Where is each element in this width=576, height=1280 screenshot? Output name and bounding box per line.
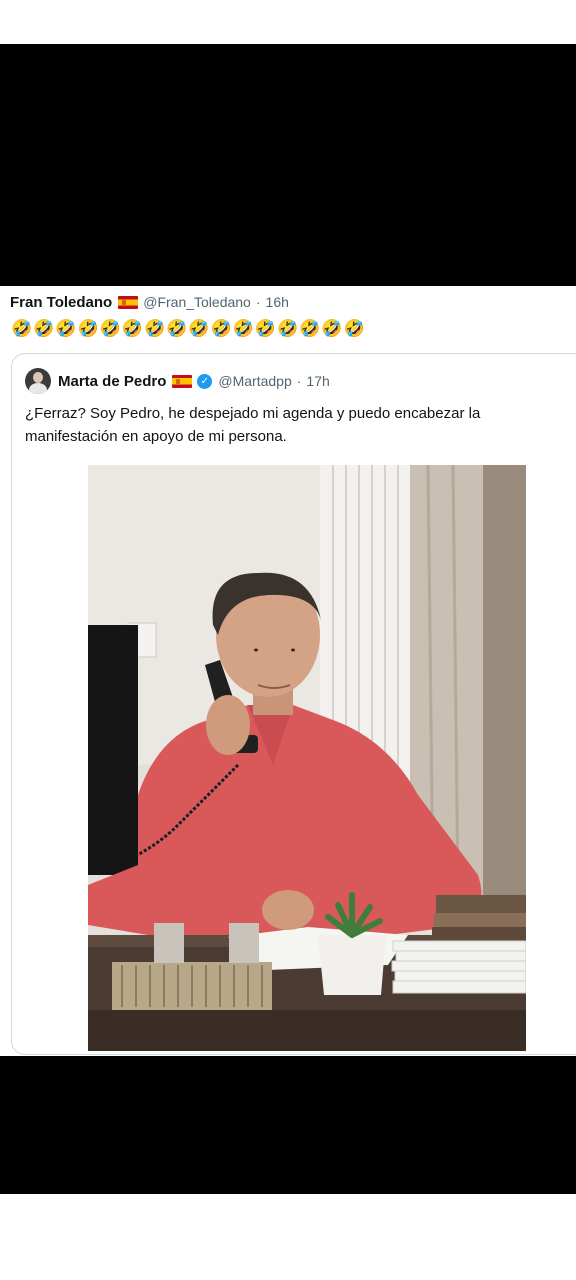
spain-flag-icon bbox=[118, 295, 139, 309]
separator-dot: · bbox=[296, 373, 302, 389]
tweet-header: Fran Toledano @Fran_Toledano · 16h bbox=[10, 292, 289, 312]
screen: Fran Toledano @Fran_Toledano · 16h 🤣🤣🤣🤣🤣… bbox=[0, 0, 576, 1280]
quoted-tweet-header: Marta de Pedro ✓ @Martadpp · 17h bbox=[25, 368, 330, 394]
verified-badge-icon: ✓ bbox=[197, 373, 213, 389]
quoted-author-name[interactable]: Marta de Pedro bbox=[58, 373, 166, 390]
tweet-text: 🤣🤣🤣🤣🤣🤣🤣🤣🤣🤣🤣🤣🤣🤣🤣🤣 bbox=[11, 319, 366, 338]
quoted-tweet-card[interactable]: Marta de Pedro ✓ @Martadpp · 17h ¿Ferraz… bbox=[11, 353, 576, 1055]
quoted-tweet-text: ¿Ferraz? Soy Pedro, he despejado mi agen… bbox=[25, 405, 481, 445]
quoted-author-handle[interactable]: @Martadpp bbox=[218, 373, 291, 389]
spain-flag-icon bbox=[172, 374, 193, 388]
tweet[interactable]: Fran Toledano @Fran_Toledano · 16h 🤣🤣🤣🤣🤣… bbox=[0, 286, 576, 1056]
separator-dot: · bbox=[255, 294, 261, 310]
top-black-bar bbox=[0, 44, 576, 286]
bottom-black-bar bbox=[0, 1056, 576, 1194]
tweet-photo[interactable] bbox=[88, 465, 526, 1051]
quoted-tweet-timestamp[interactable]: 17h bbox=[306, 373, 329, 389]
author-handle[interactable]: @Fran_Toledano bbox=[143, 294, 251, 310]
author-name[interactable]: Fran Toledano bbox=[10, 294, 112, 311]
tweet-timestamp[interactable]: 16h bbox=[266, 294, 289, 310]
avatar[interactable] bbox=[25, 368, 51, 394]
photo-illustration bbox=[88, 465, 526, 1051]
